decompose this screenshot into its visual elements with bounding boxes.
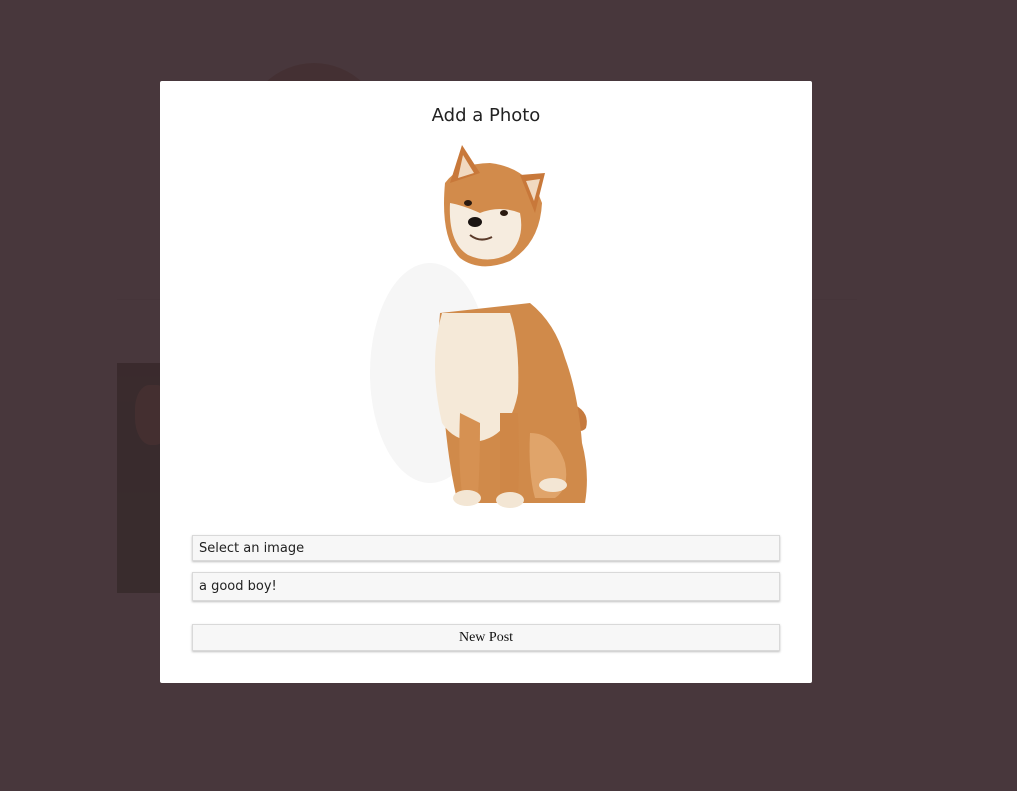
caption-input[interactable]: a good boy! — [192, 572, 780, 601]
add-photo-modal: Add a Photo Select an image a good boy! … — [160, 81, 812, 683]
file-select-input[interactable]: Select an image — [192, 535, 780, 561]
modal-title: Add a Photo — [431, 105, 541, 126]
image-preview — [370, 145, 587, 508]
new-post-button[interactable]: New Post — [192, 624, 780, 651]
file-select-label: Select an image — [199, 540, 305, 556]
